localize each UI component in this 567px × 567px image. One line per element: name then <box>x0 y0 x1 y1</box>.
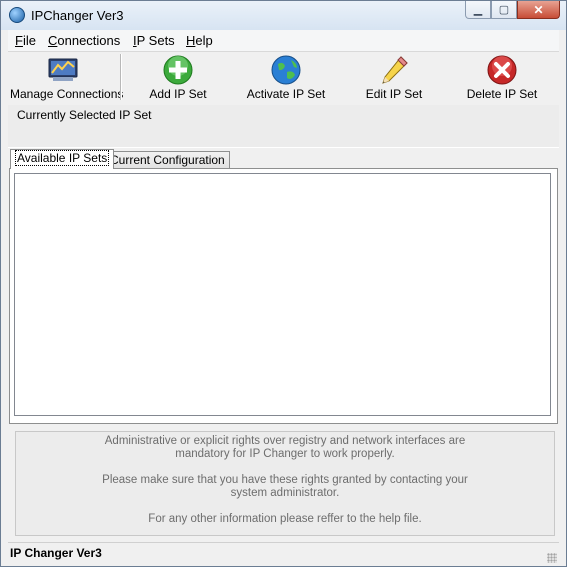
selected-ip-set-panel: Currently Selected IP Set <box>8 105 559 148</box>
maximize-button[interactable]: ▢ <box>491 1 517 19</box>
menu-connections[interactable]: Connections <box>48 33 120 48</box>
minimize-button[interactable]: ▁ <box>465 1 491 19</box>
tab-current-configuration[interactable]: Current Configuration <box>105 151 230 169</box>
edit-ip-set-label: Edit IP Set <box>365 87 423 101</box>
ip-sets-list[interactable] <box>14 173 551 416</box>
add-ip-set-label: Add IP Set <box>149 87 207 101</box>
title-bar[interactable]: IPChanger Ver3 ▁ ▢ ✕ <box>1 1 566 30</box>
app-icon[interactable] <box>9 7 25 23</box>
info-notice: Administrative or explicit rights over r… <box>15 431 555 536</box>
info-line: system administrator. <box>230 487 340 499</box>
tab-available-ip-sets[interactable]: Available IP Sets <box>10 149 115 169</box>
close-icon: ✕ <box>533 2 544 17</box>
activate-ip-set-button[interactable]: Activate IP Set <box>244 52 328 102</box>
delete-x-icon <box>487 55 517 85</box>
delete-ip-set-button[interactable]: Delete IP Set <box>461 52 543 102</box>
globe-activate-icon <box>271 55 301 85</box>
menu-file[interactable]: File <box>15 33 36 48</box>
info-line: mandatory for IP Changer to work properl… <box>175 448 395 460</box>
manage-connections-button[interactable]: Manage Connections <box>10 52 124 102</box>
toolbar-separator <box>120 54 122 100</box>
minimize-icon: ▁ <box>473 4 483 16</box>
resize-grip-icon[interactable] <box>547 553 557 563</box>
delete-ip-set-label: Delete IP Set <box>466 87 538 101</box>
app-window: IPChanger Ver3 ▁ ▢ ✕ File Connections IP… <box>0 0 567 567</box>
pencil-edit-icon <box>382 56 408 84</box>
activate-ip-set-label: Activate IP Set <box>246 87 326 101</box>
info-line: For any other information please reffer … <box>148 513 422 525</box>
menu-ip-sets[interactable]: IP Sets <box>133 33 175 48</box>
menu-bar: File Connections IP Sets Help <box>8 30 559 52</box>
caption-buttons: ▁ ▢ ✕ <box>465 1 560 21</box>
manage-connections-label: Manage Connections <box>10 87 124 101</box>
tab-panel <box>9 168 558 424</box>
status-text: IP Changer Ver3 <box>10 546 102 560</box>
menu-help[interactable]: Help <box>186 33 213 48</box>
selected-ip-set-label: Currently Selected IP Set <box>17 108 152 122</box>
network-connections-icon <box>48 58 78 81</box>
maximize-icon: ▢ <box>498 4 510 16</box>
window-title: IPChanger Ver3 <box>31 8 124 23</box>
status-bar: IP Changer Ver3 <box>8 542 559 565</box>
close-button[interactable]: ✕ <box>517 1 560 19</box>
edit-ip-set-button[interactable]: Edit IP Set <box>353 52 435 102</box>
info-line: Administrative or explicit rights over r… <box>104 435 466 447</box>
info-line: Please make sure that you have these rig… <box>102 474 468 486</box>
toolbar: Manage Connections Add IP Set Activate I… <box>8 52 559 104</box>
add-plus-icon <box>163 55 193 85</box>
add-ip-set-button[interactable]: Add IP Set <box>135 52 221 102</box>
